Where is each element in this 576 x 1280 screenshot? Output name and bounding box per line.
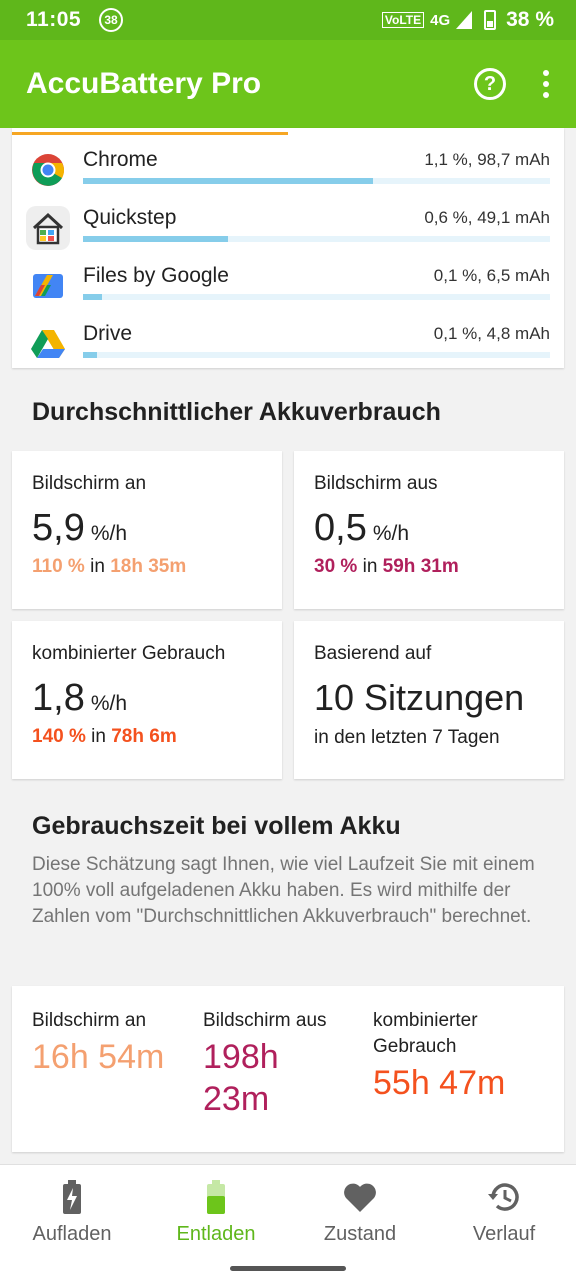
- card-detail: 140 % in 78h 6m: [32, 726, 177, 747]
- history-icon: [432, 1179, 576, 1215]
- nav-label: Zustand: [323, 1223, 397, 1245]
- signal-icon: [456, 11, 473, 29]
- network-type: 4G: [430, 11, 451, 29]
- app-row-files[interactable]: Files by Google 0,1 %, 6,5 mAh: [12, 264, 564, 314]
- combined-usage-card[interactable]: kombinierter Gebrauch 1,8 %/h 140 % in 78…: [12, 621, 282, 779]
- battery-percent: 38 %: [506, 8, 554, 31]
- usage-bar: [83, 178, 550, 184]
- app-stat: 0,6 %, 49,1 mAh: [424, 208, 550, 227]
- heart-icon: [288, 1179, 432, 1215]
- full-label: Bildschirm an: [32, 1010, 147, 1031]
- app-row-quickstep[interactable]: Quickstep 0,6 %, 49,1 mAh: [12, 206, 564, 256]
- app-stat: 1,1 %, 98,7 mAh: [424, 150, 550, 169]
- usage-bar-fill: [83, 294, 102, 300]
- usage-bar: [83, 236, 550, 242]
- drive-icon: [26, 322, 70, 366]
- full-value: 16h 54m: [32, 1038, 165, 1076]
- full-charge-description: Diese Schätzung sagt Ihnen, wie viel Lau…: [32, 854, 535, 927]
- home-indicator[interactable]: [230, 1266, 346, 1271]
- notification-count-icon: 38: [99, 8, 124, 32]
- usage-bar-fill: [83, 352, 97, 358]
- card-label: Bildschirm aus: [314, 473, 438, 494]
- card-value: 5,9 %/h: [32, 507, 128, 549]
- app-row-chrome[interactable]: Chrome 1,1 %, 98,7 mAh: [12, 148, 564, 198]
- card-label: Bildschirm an: [32, 473, 147, 494]
- full-charge-card: Bildschirm an 16h 54m Bildschirm aus 198…: [12, 986, 564, 1152]
- screen-off-card[interactable]: Bildschirm aus 0,5 %/h 30 % in 59h 31m: [294, 451, 564, 609]
- app-row-drive[interactable]: Drive 0,1 %, 4,8 mAh: [12, 322, 564, 372]
- bottom-nav: Aufladen Entladen Zustand Verlauf: [0, 1164, 576, 1280]
- more-vert-icon[interactable]: [542, 70, 550, 98]
- chrome-icon: [26, 148, 70, 192]
- tab-indicator: [12, 132, 288, 135]
- sessions-period: in den letzten 7 Tagen: [314, 727, 500, 748]
- battery-icon: [484, 10, 497, 30]
- usage-bar-fill: [83, 178, 373, 184]
- nav-zustand[interactable]: Zustand: [288, 1179, 432, 1246]
- app-name: Drive: [83, 322, 133, 345]
- card-label: Basierend auf: [314, 643, 432, 664]
- nav-entladen[interactable]: Entladen: [144, 1179, 288, 1246]
- sessions-count: 10 Sitzungen: [314, 677, 525, 718]
- nav-aufladen[interactable]: Aufladen: [0, 1179, 144, 1246]
- sessions-card[interactable]: Basierend auf 10 Sitzungen in den letzte…: [294, 621, 564, 779]
- battery-discharging-icon: [144, 1179, 288, 1215]
- card-value: 1,8 %/h: [32, 677, 128, 719]
- app-name: Quickstep: [83, 206, 177, 229]
- usage-bar: [83, 352, 550, 358]
- app-name: Files by Google: [83, 264, 229, 287]
- nav-label: Verlauf: [472, 1223, 536, 1245]
- card-detail: 30 % in 59h 31m: [314, 556, 459, 577]
- avg-usage-title: Durchschnittlicher Akkuverbrauch: [32, 398, 441, 426]
- app-name: Chrome: [83, 148, 158, 171]
- card-detail: 110 % in 18h 35m: [32, 556, 187, 577]
- app-title: AccuBattery Pro: [26, 67, 262, 100]
- battery-charging-icon: [0, 1179, 144, 1215]
- app-stat: 0,1 %, 6,5 mAh: [433, 266, 550, 285]
- help-circle-icon[interactable]: ?: [474, 68, 506, 100]
- app-bar: AccuBattery Pro ?: [0, 40, 576, 128]
- full-value: 198h 23m: [203, 1038, 279, 1118]
- nav-label: Entladen: [176, 1223, 256, 1245]
- full-charge-title: Gebrauchszeit bei vollem Akku: [32, 812, 401, 840]
- full-label: Bildschirm aus: [203, 1010, 327, 1031]
- status-bar: 11:05 38 VoLTE 4G 38 %: [0, 0, 576, 40]
- nav-label: Aufladen: [32, 1223, 112, 1245]
- screen-on-card[interactable]: Bildschirm an 5,9 %/h 110 % in 18h 35m: [12, 451, 282, 609]
- full-value: 55h 47m: [373, 1064, 506, 1102]
- full-screen-off: Bildschirm aus 198h 23m: [203, 1008, 363, 1120]
- status-time: 11:05: [26, 8, 82, 31]
- volte-icon: VoLTE: [381, 12, 425, 28]
- nav-verlauf[interactable]: Verlauf: [432, 1179, 576, 1246]
- app-usage-card: Chrome 1,1 %, 98,7 mAh Quickstep 0,6 %, …: [12, 128, 564, 368]
- app-stat: 0,1 %, 4,8 mAh: [433, 324, 550, 343]
- usage-bar: [83, 294, 550, 300]
- quickstep-icon: [26, 206, 70, 250]
- full-label: kombinierter Gebrauch: [373, 1010, 478, 1057]
- usage-bar-fill: [83, 236, 228, 242]
- status-icons: VoLTE 4G 38 %: [381, 8, 554, 32]
- full-screen-on: Bildschirm an 16h 54m: [32, 1008, 192, 1078]
- full-combined: kombinierter Gebrauch 55h 47m: [373, 1008, 553, 1104]
- card-label: kombinierter Gebrauch: [32, 643, 226, 664]
- card-value: 0,5 %/h: [314, 507, 410, 549]
- files-icon: [26, 264, 70, 308]
